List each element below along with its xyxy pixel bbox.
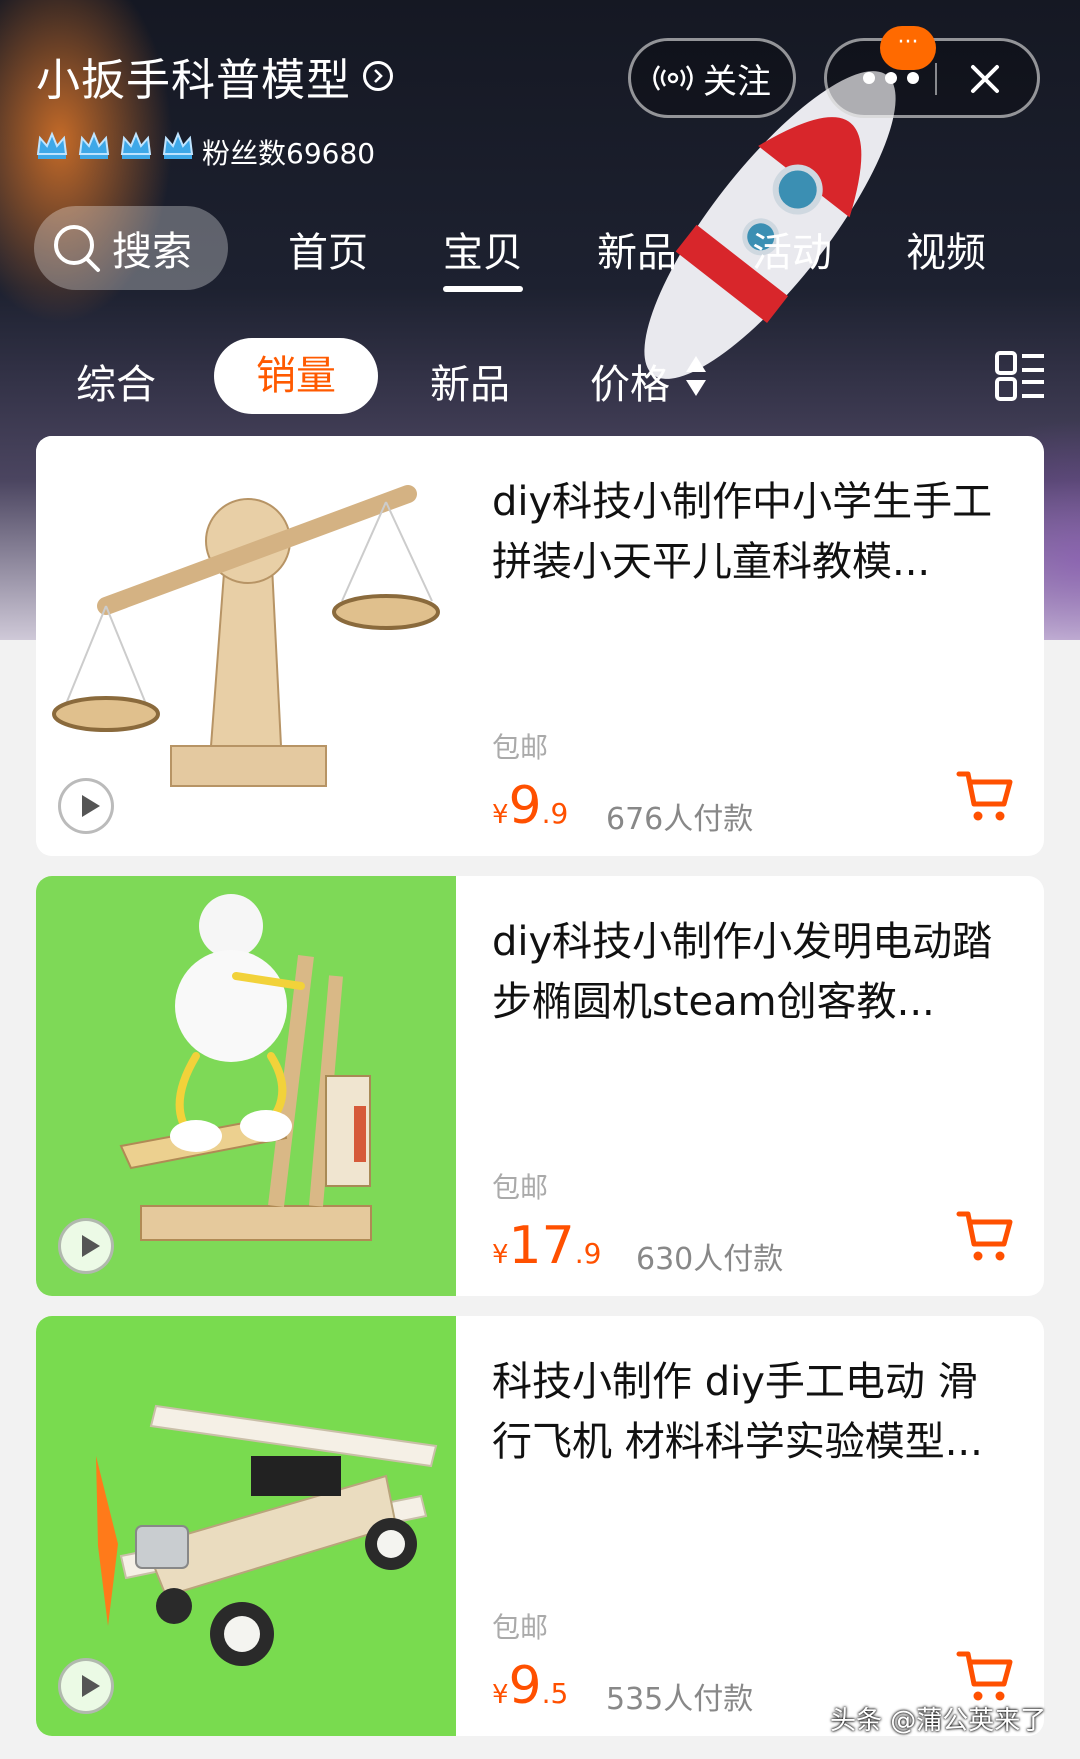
search-icon [54,225,100,272]
product-image-balance[interactable] [36,436,456,856]
product-title[interactable]: diy科技小制作中小学生手工拼装小天平儿童科教模... [492,472,1008,592]
tab-video[interactable]: 视频 [906,220,986,278]
notification-badge: ··· [880,26,936,70]
free-shipping-tag: 包邮 [492,731,549,764]
watermark: 头条 @蒲公英来了 [830,1706,1047,1736]
product-image-airplane[interactable] [36,1316,456,1736]
search-label: 搜索 [112,229,192,275]
price-currency: ¥ [492,800,509,830]
sort-sales[interactable]: 销量 [214,338,378,414]
product-title[interactable]: 科技小制作 diy手工电动 滑行飞机 材料科学实验模型... [492,1352,1008,1472]
sort-price[interactable]: 价格 [590,352,670,410]
shop-name-text: 小扳手科普模型 [36,55,351,106]
tab-activity[interactable]: 活动 [752,220,832,278]
cart-icon[interactable] [956,1646,1014,1704]
product-card[interactable]: 科技小制作 diy手工电动 滑行飞机 材料科学实验模型... 包邮 ¥9.5 5… [36,1316,1044,1736]
product-card[interactable]: diy科技小制作中小学生手工拼装小天平儿童科教模... 包邮 ¥9.9 676人… [36,436,1044,856]
sales-count: 535人付款 [606,1682,754,1717]
cart-icon[interactable] [956,1206,1014,1264]
search-button[interactable]: 搜索 [34,206,228,290]
price-currency: ¥ [492,1680,509,1710]
capsule-divider [935,63,937,95]
free-shipping-tag: 包邮 [492,1611,549,1644]
tab-home[interactable]: 首页 [288,220,368,278]
crown-icon [120,131,152,159]
product-price: ¥9.5 [492,1656,568,1716]
cart-icon[interactable] [956,766,1014,824]
price-integer: 9 [508,776,542,836]
price-decimal: .9 [541,797,569,830]
shop-nav: 搜索 首页 宝贝 新品 活动 视频 [0,206,1080,292]
sort-arrows-icon[interactable] [684,354,708,398]
chevron-right-circle-icon [363,61,393,91]
shop-name[interactable]: 小扳手科普模型 [36,44,393,108]
shop-rating-crowns [34,128,196,164]
price-decimal: .5 [541,1677,569,1710]
product-image-elliptical[interactable] [36,876,456,1296]
product-card[interactable]: diy科技小制作小发明电动踏步椭圆机steam创客教... 包邮 ¥17.9 6… [36,876,1044,1296]
play-icon[interactable] [58,1218,114,1274]
fan-count: 粉丝数69680 [202,137,376,170]
price-integer: 17 [508,1216,575,1276]
follow-button[interactable]: 关注 [628,38,796,118]
sales-count: 676人付款 [606,802,754,837]
price-decimal: .9 [574,1237,602,1270]
price-currency: ¥ [492,1240,509,1270]
tab-new[interactable]: 新品 [597,220,677,278]
follow-label: 关注 [703,61,771,102]
view-toggle-icon[interactable] [994,350,1046,402]
product-title[interactable]: diy科技小制作小发明电动踏步椭圆机steam创客教... [492,912,1008,1032]
crown-icon [162,131,194,159]
tab-products[interactable]: 宝贝 [443,220,523,292]
product-price: ¥17.9 [492,1216,601,1276]
sort-bar: 综合 销量 新品 价格 [0,338,1080,414]
play-icon[interactable] [58,1658,114,1714]
close-icon[interactable] [967,61,1003,97]
sales-count: 630人付款 [636,1242,784,1277]
sort-comprehensive[interactable]: 综合 [76,352,156,410]
product-price: ¥9.9 [492,776,568,836]
price-integer: 9 [508,1656,542,1716]
sort-new[interactable]: 新品 [430,352,510,410]
crown-icon [36,131,68,159]
broadcast-icon [653,65,693,91]
free-shipping-tag: 包邮 [492,1171,549,1204]
play-icon[interactable] [58,778,114,834]
crown-icon [78,131,110,159]
